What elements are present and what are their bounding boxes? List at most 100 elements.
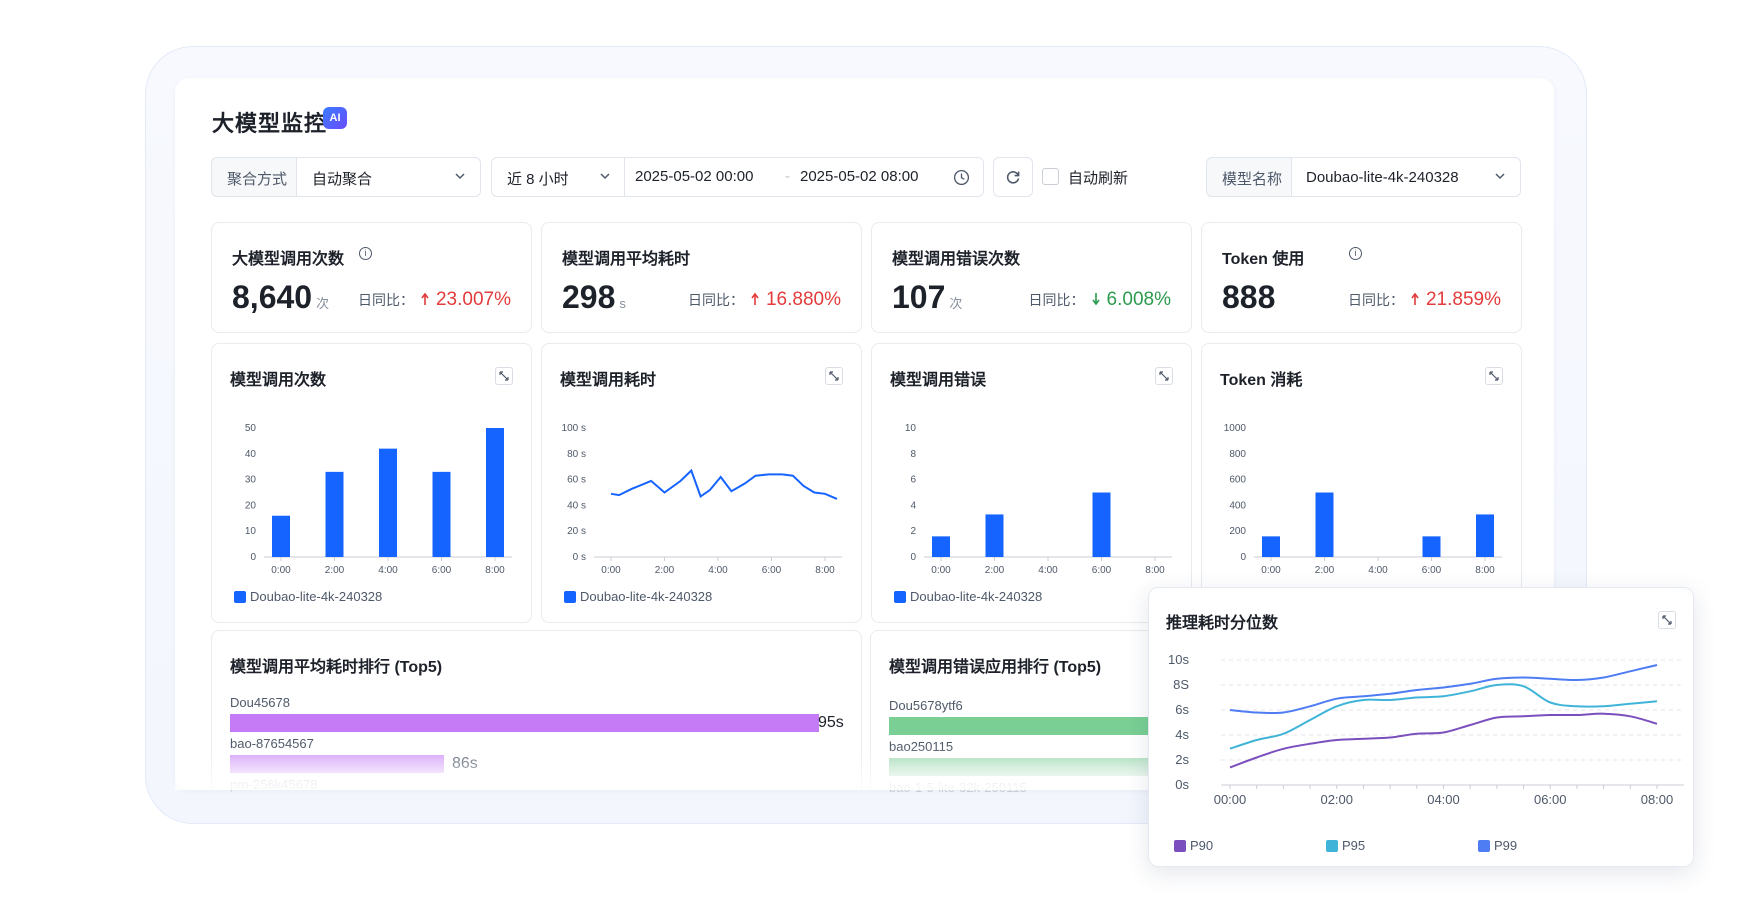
y-tick-label: 0s (1175, 777, 1189, 792)
kpi-title: 大模型调用次数 (232, 251, 345, 268)
x-tick-label: 8:00 (1475, 565, 1495, 576)
kpi-value: 8,640 (232, 279, 313, 315)
auto-refresh-checkbox[interactable] (1042, 168, 1059, 185)
bar (1422, 536, 1441, 557)
y-tick-label: 20 (245, 500, 257, 511)
kpi-comparison-value: 23.007% (435, 289, 511, 310)
y-tick-label: 80 s (567, 449, 586, 460)
x-tick-label: 4:00 (708, 565, 728, 576)
refresh-button[interactable] (993, 157, 1033, 197)
kpi-card: 大模型调用次数 i 8,640 次 日同比： 23.007% (211, 222, 532, 333)
x-tick-label: 06:00 (1534, 792, 1567, 807)
legend-swatch (234, 591, 246, 603)
rank-bar (889, 717, 1189, 735)
aggregation-value: 自动聚合 (312, 171, 373, 188)
legend-label: Doubao-lite-4k-240328 (580, 589, 713, 604)
x-tick-label: 4:00 (1038, 565, 1058, 576)
time-range-value: 近 8 小时 (507, 171, 569, 188)
expand-icon (1159, 371, 1169, 381)
x-tick-label: 04:00 (1427, 792, 1460, 807)
info-icon[interactable]: i (359, 247, 372, 260)
expand-button[interactable] (1485, 367, 1503, 385)
rank-label: Dou45678 (230, 695, 290, 710)
series-line-p95 (1229, 683, 1658, 750)
start-time-input[interactable]: 2025-05-02 00:00 (635, 168, 753, 185)
arrow-up-icon (1410, 292, 1422, 311)
y-tick-label: 2 (910, 526, 916, 537)
legend-swatch (1326, 840, 1338, 852)
y-tick-label: 6 (910, 475, 916, 486)
legend-swatch (1174, 840, 1186, 852)
end-time-input[interactable]: 2025-05-02 08:00 (800, 168, 918, 185)
expand-icon (829, 371, 839, 381)
chart-title: 模型调用耗时 (560, 372, 657, 389)
x-tick-label: 4:00 (378, 565, 398, 576)
bar (1315, 492, 1334, 557)
expand-button[interactable] (1155, 367, 1173, 385)
aggregation-label: 聚合方式 (211, 157, 298, 197)
legend-swatch (894, 591, 906, 603)
y-tick-label: 40 s (567, 500, 586, 511)
legend-label: Doubao-lite-4k-240328 (910, 589, 1043, 604)
chart-title: 模型调用平均耗时排行 (Top5) (230, 659, 443, 676)
chart-title: 模型调用错误应用排行 (Top5) (889, 659, 1102, 676)
y-tick-label: 0 (910, 552, 916, 563)
y-tick-label: 10s (1168, 652, 1189, 667)
x-tick-label: 6:00 (432, 565, 452, 576)
bar (272, 515, 290, 557)
legend-label: P99 (1494, 838, 1518, 853)
auto-refresh-label: 自动刷新 (1068, 170, 1129, 187)
series-line (610, 468, 838, 500)
rank-value: 95s (818, 714, 844, 731)
x-tick-label: 8:00 (815, 565, 835, 576)
y-tick-label: 6s (1175, 702, 1189, 717)
expand-icon (1489, 371, 1499, 381)
time-range-select[interactable]: 近 8 小时 (491, 157, 626, 197)
bar (985, 514, 1004, 557)
legend-label: P90 (1190, 838, 1214, 853)
y-tick-label: 30 (245, 475, 257, 486)
kpi-comparison-label: 日同比： (1347, 292, 1404, 308)
chevron-down-icon (600, 173, 610, 180)
legend-swatch (1478, 840, 1490, 852)
bar (1262, 536, 1280, 557)
kpi-value: 888 (1222, 279, 1276, 315)
percentile-chart: 0s 2s 4s 6s 8S 10s 00:00 02:00 04:00 06:00 08:00 (1168, 652, 1684, 807)
x-tick-label: 0:00 (601, 565, 621, 576)
bar (432, 471, 451, 557)
rank-label: Dou5678ytf6 (889, 698, 963, 713)
x-tick-label: 0:00 (271, 565, 291, 576)
kpi-comparison-label: 日同比： (357, 292, 414, 308)
y-tick-label: 4s (1175, 727, 1189, 742)
chart-card: 模型调用错误 0 2 4 6 8 10 0:00 2:00 4:00 6:00 8:00 Doubao-… (871, 343, 1192, 623)
percentile-popup-card: 推理耗时分位数 0s 2s 4s 6s 8S 10s 00:00 02:00 04:00 06:0… (1148, 587, 1694, 867)
aggregation-select[interactable]: 自动聚合 (296, 157, 481, 197)
bar (932, 536, 950, 557)
chevron-down-icon (1495, 173, 1505, 180)
kpi-comparison-value: 21.859% (1425, 289, 1501, 310)
model-name-select[interactable]: Doubao-lite-4k-240328 (1291, 157, 1521, 197)
kpi-card: Token 使用 i 888 日同比： 21.859% (1201, 222, 1522, 333)
y-tick-label: 0 (250, 552, 256, 563)
kpi-title: Token 使用 (1222, 251, 1305, 268)
arrow-up-icon (750, 292, 762, 311)
kpi-value-wrap: 298 s (562, 279, 626, 316)
x-tick-label: 2:00 (985, 565, 1005, 576)
kpi-comparison-label: 日同比： (1028, 292, 1085, 308)
info-icon[interactable]: i (1349, 247, 1362, 260)
chart-title: 模型调用次数 (230, 372, 327, 389)
y-tick-label: 20 s (567, 526, 586, 537)
bar (486, 428, 504, 557)
chart-title: 模型调用错误 (890, 372, 987, 389)
x-tick-label: 0:00 (931, 565, 951, 576)
chevron-down-icon (455, 173, 465, 180)
date-range-picker[interactable]: 2025-05-02 00:00 - 2025-05-02 08:00 (624, 157, 984, 197)
y-tick-label: 40 (245, 449, 257, 460)
kpi-unit: s (619, 296, 626, 311)
expand-button[interactable] (825, 367, 843, 385)
y-tick-label: 0 s (573, 552, 586, 563)
expand-button[interactable] (495, 367, 513, 385)
kpi-value-wrap: 888 (1222, 279, 1279, 316)
series-line-p90 (1229, 712, 1658, 769)
kpi-value: 107 (892, 279, 946, 315)
